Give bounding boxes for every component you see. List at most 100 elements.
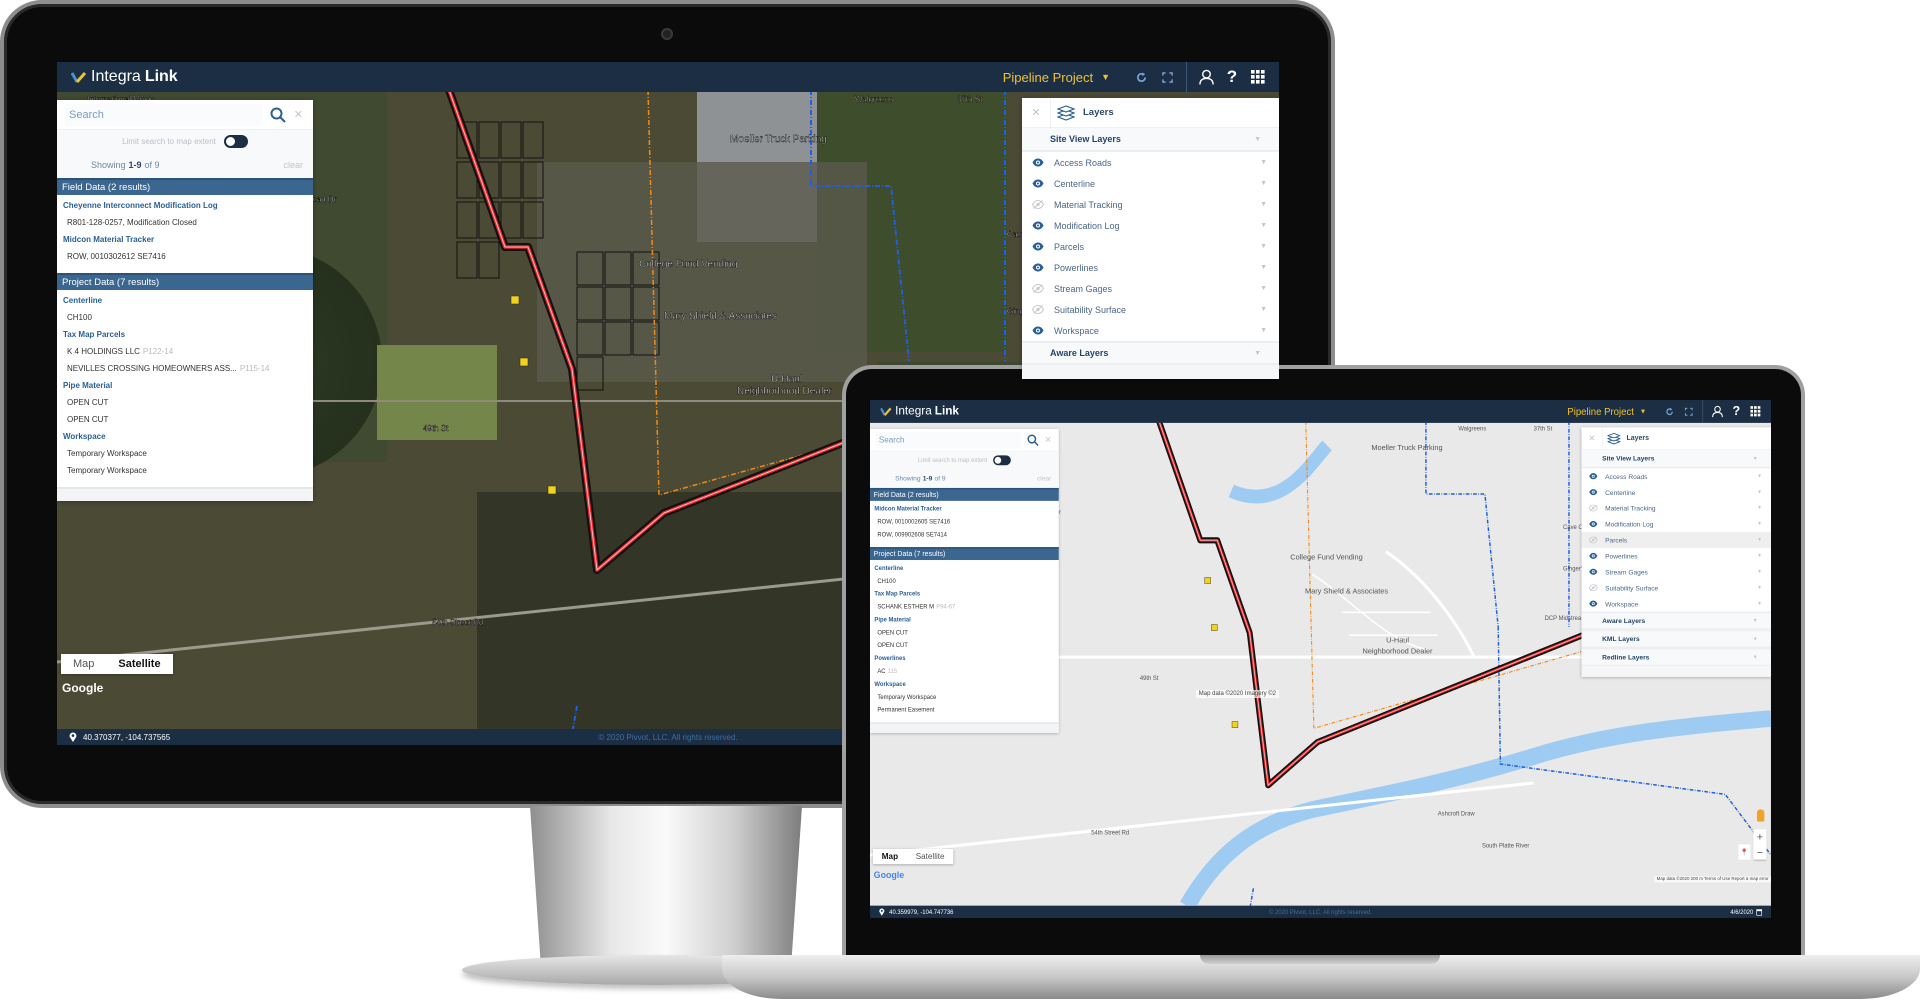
chevron-down-icon[interactable]: ▼ — [1753, 654, 1758, 659]
app-logo[interactable]: Integra Link — [880, 405, 959, 419]
eye-off-icon[interactable] — [1032, 305, 1044, 314]
section-site-view-layers[interactable]: Site View Layers ▼ — [1581, 450, 1771, 469]
layer-item[interactable]: Workspace ▼ — [1022, 320, 1279, 341]
results-section-header[interactable]: Project Data (7 results) — [57, 273, 313, 290]
zoom-out-button[interactable]: − — [1753, 844, 1766, 859]
chevron-down-icon[interactable]: ▼ — [1260, 327, 1267, 334]
apps-grid-icon[interactable] — [1746, 400, 1765, 423]
eye-icon[interactable] — [1032, 263, 1044, 272]
station-marker[interactable] — [1231, 721, 1239, 728]
eye-off-icon[interactable] — [1588, 504, 1598, 512]
chevron-down-icon[interactable]: ▼ — [1640, 408, 1647, 416]
layer-item[interactable]: Access Roads ▼ — [1022, 152, 1279, 173]
chevron-down-icon[interactable]: ▼ — [1260, 201, 1267, 208]
limit-search-toggle[interactable] — [993, 454, 1011, 465]
eye-icon[interactable] — [1589, 489, 1598, 496]
close-icon[interactable]: ✕ — [1581, 433, 1602, 443]
eye-icon[interactable] — [1032, 221, 1044, 230]
chevron-down-icon[interactable]: ▼ — [1260, 180, 1267, 187]
fullscreen-icon[interactable] — [1154, 62, 1180, 92]
eye-off-icon[interactable] — [1588, 584, 1598, 592]
layer-item[interactable]: Stream Gages ▼ — [1581, 564, 1770, 580]
chevron-down-icon[interactable]: ▼ — [1254, 136, 1261, 143]
layer-item[interactable]: Stream Gages ▼ — [1022, 278, 1279, 299]
result-item[interactable]: SCHANK ESTHER M P94-67 — [870, 600, 1059, 613]
chevron-down-icon[interactable]: ▼ — [1757, 601, 1762, 606]
chevron-down-icon[interactable]: ▼ — [1757, 585, 1762, 590]
chevron-down-icon[interactable]: ▼ — [1260, 306, 1267, 313]
result-group-title[interactable]: Midcon Material Tracker — [870, 502, 1059, 515]
chevron-down-icon[interactable]: ▼ — [1753, 456, 1758, 461]
project-selector[interactable]: Pipeline Project — [1003, 70, 1093, 85]
eye-icon[interactable] — [1032, 179, 1044, 188]
chevron-down-icon[interactable]: ▼ — [1757, 569, 1762, 574]
result-item[interactable]: NEVILLES CROSSING HOMEOWNERS ASS... P115-… — [57, 360, 313, 377]
eye-icon[interactable] — [1032, 242, 1044, 251]
user-icon[interactable] — [1708, 400, 1727, 423]
layer-section[interactable]: Aware Layers ▼ — [1581, 611, 1771, 630]
layer-item[interactable]: Powerlines ▼ — [1022, 257, 1279, 278]
result-group-title[interactable]: Centerline — [57, 292, 313, 309]
result-group-title[interactable]: Tax Map Parcels — [57, 326, 313, 343]
result-group-title[interactable]: Midcon Material Tracker — [57, 231, 313, 248]
result-item[interactable]: AC 115 — [870, 665, 1059, 678]
result-group-title[interactable]: Tax Map Parcels — [870, 587, 1059, 600]
map-type-satellite-button[interactable]: Satellite — [106, 654, 172, 674]
layer-item[interactable]: Centerline ▼ — [1022, 173, 1279, 194]
eye-icon[interactable] — [1032, 326, 1044, 335]
eye-icon[interactable] — [1589, 600, 1598, 607]
result-item[interactable]: OPEN CUT — [57, 394, 313, 411]
street-view-pegman-icon[interactable] — [1756, 809, 1765, 822]
eye-off-icon[interactable] — [1032, 200, 1044, 209]
layer-item[interactable]: Material Tracking ▼ — [1581, 500, 1770, 516]
section-site-view-layers[interactable]: Site View Layers ▼ — [1022, 128, 1279, 152]
eye-icon[interactable] — [1589, 473, 1598, 480]
result-item[interactable]: Temporary Workspace — [57, 462, 313, 479]
station-marker[interactable] — [1211, 624, 1218, 631]
chevron-down-icon[interactable]: ▼ — [1757, 474, 1762, 479]
eye-icon[interactable] — [1032, 158, 1044, 167]
map-type-satellite-button[interactable]: Satellite — [907, 849, 954, 864]
chevron-down-icon[interactable]: ▼ — [1753, 618, 1758, 623]
result-item[interactable]: R801-128-0257, Modification Closed — [57, 214, 313, 231]
result-item[interactable]: ROW, 0010002605 SE7416 — [870, 515, 1059, 528]
search-input[interactable]: Search — [875, 431, 1021, 449]
layer-section[interactable]: Redline Layers ▼ — [1581, 647, 1771, 667]
eye-icon[interactable] — [1589, 520, 1598, 528]
close-icon[interactable]: ✕ — [1045, 435, 1052, 445]
station-marker[interactable] — [519, 357, 529, 367]
layer-item[interactable]: Access Roads ▼ — [1581, 468, 1770, 484]
result-item[interactable]: K 4 HOLDINGS LLC P122-14 — [57, 343, 313, 360]
chevron-down-icon[interactable]: ▼ — [1757, 505, 1762, 510]
help-icon[interactable]: ? — [1219, 62, 1245, 92]
result-group-title[interactable]: Powerlines — [870, 652, 1059, 665]
results-section-header[interactable]: Project Data (7 results) — [870, 547, 1059, 561]
apps-grid-icon[interactable] — [1245, 62, 1271, 92]
layer-item[interactable]: Parcels ▼ — [1581, 531, 1771, 548]
chevron-down-icon[interactable]: ▼ — [1757, 553, 1762, 558]
tab-layers[interactable]: Layers — [1602, 427, 1649, 450]
search-input[interactable]: Search — [65, 103, 262, 126]
result-item[interactable]: ROW, 009902608 SE7414 — [870, 528, 1059, 541]
eye-icon[interactable] — [1589, 552, 1598, 559]
result-group-title[interactable]: Pipe Material — [57, 377, 313, 394]
eye-off-icon[interactable] — [1032, 284, 1044, 293]
layer-item[interactable]: Modification Log ▼ — [1022, 215, 1279, 236]
chevron-down-icon[interactable]: ▼ — [1101, 72, 1110, 82]
chevron-down-icon[interactable]: ▼ — [1757, 521, 1762, 526]
layer-item[interactable]: Powerlines ▼ — [1581, 548, 1770, 564]
location-pin-icon[interactable]: 📍 — [1738, 844, 1751, 860]
layer-item[interactable]: Material Tracking ▼ — [1022, 194, 1279, 215]
map-attribution[interactable]: Map data ©2020 Imagery ©2 — [1195, 690, 1279, 698]
result-group-title[interactable]: Pipe Material — [870, 613, 1059, 626]
results-section-header[interactable]: Field Data (2 results) — [870, 487, 1059, 501]
chevron-down-icon[interactable]: ▼ — [1260, 159, 1267, 166]
results-section-header[interactable]: Field Data (2 results) — [57, 178, 313, 195]
chevron-down-icon[interactable]: ▼ — [1254, 350, 1261, 357]
fullscreen-icon[interactable] — [1679, 400, 1698, 423]
station-marker[interactable] — [547, 485, 557, 495]
map-attribution[interactable]: Map data ©2020 200 m Terms of Use Report… — [1654, 876, 1771, 883]
layer-item[interactable]: Modification Log ▼ — [1581, 516, 1770, 532]
limit-search-toggle[interactable] — [223, 134, 248, 148]
layer-item[interactable]: Suitability Surface ▼ — [1022, 299, 1279, 320]
